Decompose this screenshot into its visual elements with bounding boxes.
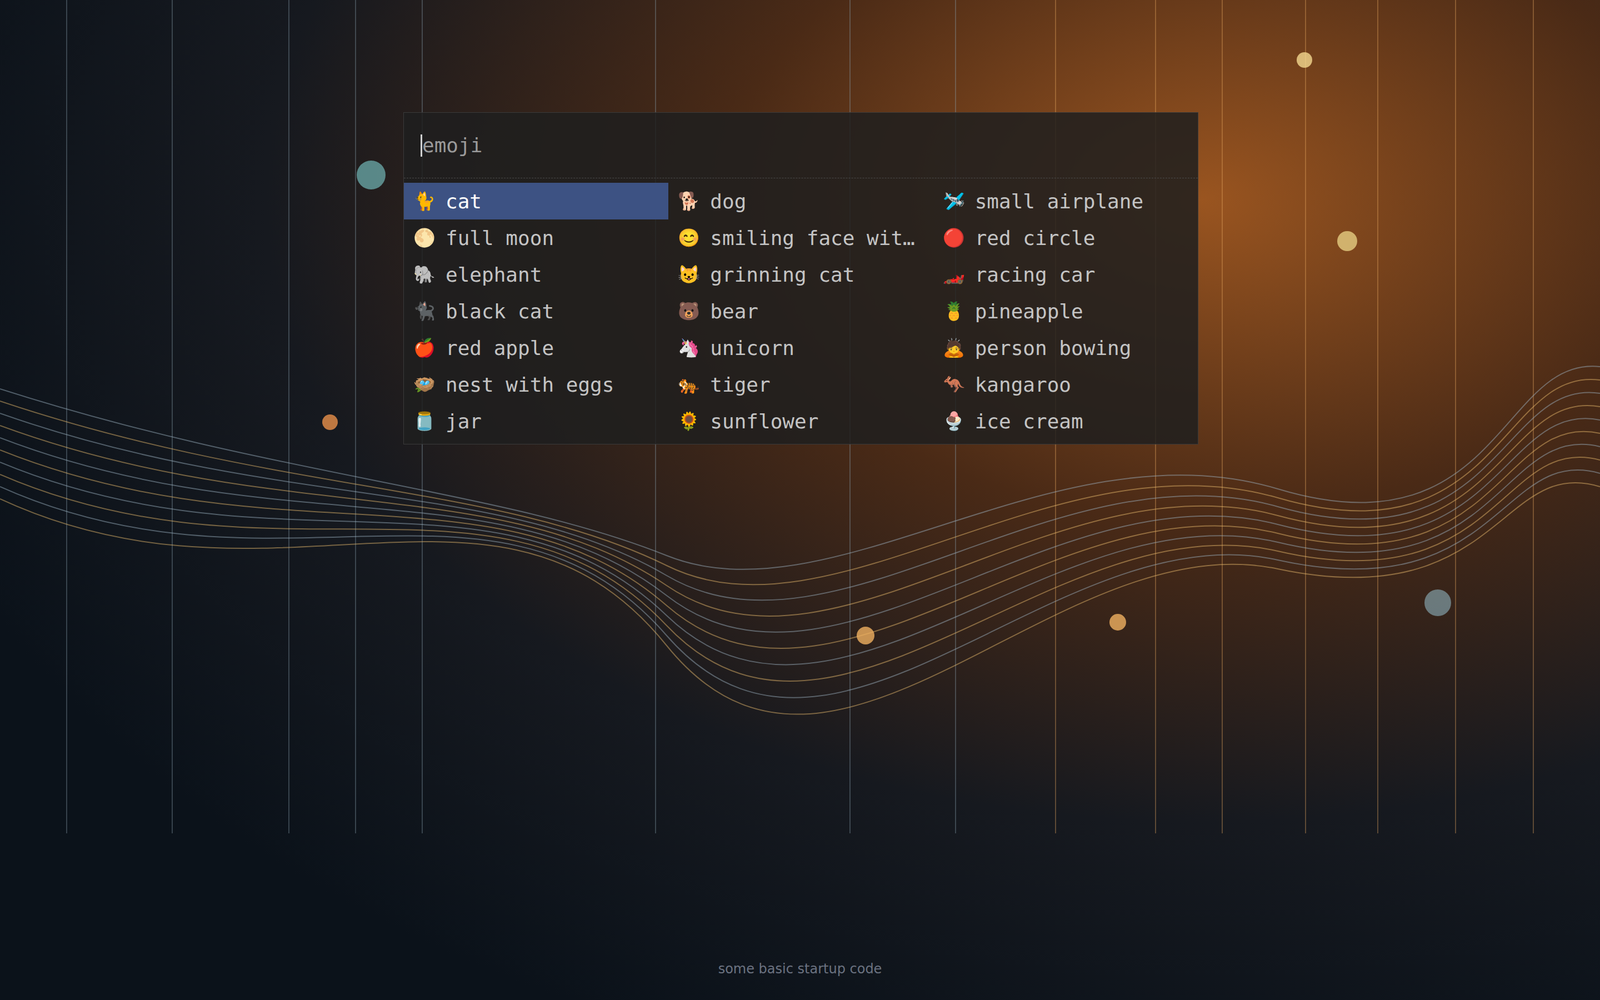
emoji-icon: 🔴 [942,228,966,247]
emoji-label: dog [710,188,747,214]
emoji-icon: 🍎 [412,338,437,357]
emoji-label: pineapple [975,298,1084,324]
desktop: emoji 🐈 cat 🐕 dog 🛩️ small airplane 🌕 full moon 😊… [0,0,1600,1000]
emoji-label: elephant [445,262,542,288]
search-field[interactable]: emoji [403,112,1198,179]
emoji-icon: 🦘 [942,375,966,394]
emoji-icon: 🍍 [942,302,966,320]
emoji-icon: 🐕 [677,192,701,210]
emoji-icon: 🙇 [942,338,966,357]
emoji-label: smiling face wit… [710,225,915,251]
emoji-item[interactable]: 🍍 pineapple [933,292,1198,330]
emoji-label: black cat [445,298,554,324]
emoji-item[interactable]: 🍎 red apple [403,329,669,367]
emoji-icon: 🌕 [412,228,437,247]
emoji-item[interactable]: 🐘 elephant [403,256,669,293]
emoji-label: racing car [975,262,1096,288]
emoji-label: tiger [710,372,770,398]
emoji-label: bear [710,298,759,324]
emoji-label: red apple [445,335,554,361]
emoji-item[interactable]: 🦘 kangaroo [933,366,1198,403]
emoji-label: cat [445,188,482,214]
emoji-icon: 🐈 [412,192,437,210]
search-placeholder: emoji [422,130,483,161]
emoji-item[interactable]: 🦄 unicorn [668,329,933,367]
emoji-item[interactable]: 🌕 full moon [403,219,669,257]
emoji-item[interactable]: 🏎️ racing car [933,256,1198,293]
emoji-item[interactable]: 🙇 person bowing [933,329,1198,367]
emoji-label: grinning cat [710,262,855,288]
emoji-item[interactable]: 🐕 dog [668,182,933,220]
emoji-icon: 🪺 [412,375,437,394]
emoji-icon: 🦄 [677,338,701,357]
emoji-label: full moon [445,225,554,251]
emoji-label: person bowing [975,335,1132,361]
emoji-item[interactable]: 😺 grinning cat [668,256,933,293]
emoji-icon: 🐘 [412,265,437,284]
emoji-item[interactable]: 🪺 nest with eggs [403,366,669,403]
emoji-icon: 🛩️ [942,192,966,210]
emoji-label: unicorn [710,335,795,361]
emoji-label: sunflower [710,408,819,434]
emoji-item[interactable]: 🔴 red circle [933,219,1198,257]
emoji-label: kangaroo [975,372,1072,398]
emoji-item[interactable]: 🫙 jar [403,402,669,440]
emoji-item[interactable]: 🛩️ small airplane [933,182,1198,220]
emoji-icon: 😊 [677,228,701,247]
emoji-label: ice cream [975,408,1084,434]
emoji-icon: 🫙 [412,412,437,430]
emoji-label: jar [445,408,482,434]
emoji-label: nest with eggs [445,372,614,398]
footer-text: some basic startup code [0,958,1600,1000]
launcher-panel: emoji 🐈 cat 🐕 dog 🛩️ small airplane 🌕 full moon 😊… [403,112,1199,445]
emoji-list: 🐈 cat 🐕 dog 🛩️ small airplane 🌕 full moon 😊 smili… [403,178,1198,444]
text-cursor [420,134,423,157]
emoji-item[interactable]: 🍨 ice cream [933,402,1198,440]
emoji-label: small airplane [975,188,1144,214]
emoji-item[interactable]: 🐈 cat [403,182,669,220]
emoji-icon: 🌻 [677,412,701,430]
emoji-icon: 🏎️ [942,265,966,284]
emoji-icon: 🐈‍⬛ [412,302,437,320]
emoji-icon: 🐅 [677,375,701,394]
emoji-icon: 🍨 [942,412,966,430]
emoji-item[interactable]: 🌻 sunflower [668,402,933,440]
emoji-item[interactable]: 🐈‍⬛ black cat [403,292,669,330]
emoji-item[interactable]: 😊 smiling face wit… [668,219,933,257]
emoji-icon: 🐻 [677,302,701,320]
emoji-label: red circle [975,225,1096,251]
emoji-icon: 😺 [677,265,701,284]
emoji-item[interactable]: 🐅 tiger [668,366,933,403]
emoji-item[interactable]: 🐻 bear [668,292,933,330]
